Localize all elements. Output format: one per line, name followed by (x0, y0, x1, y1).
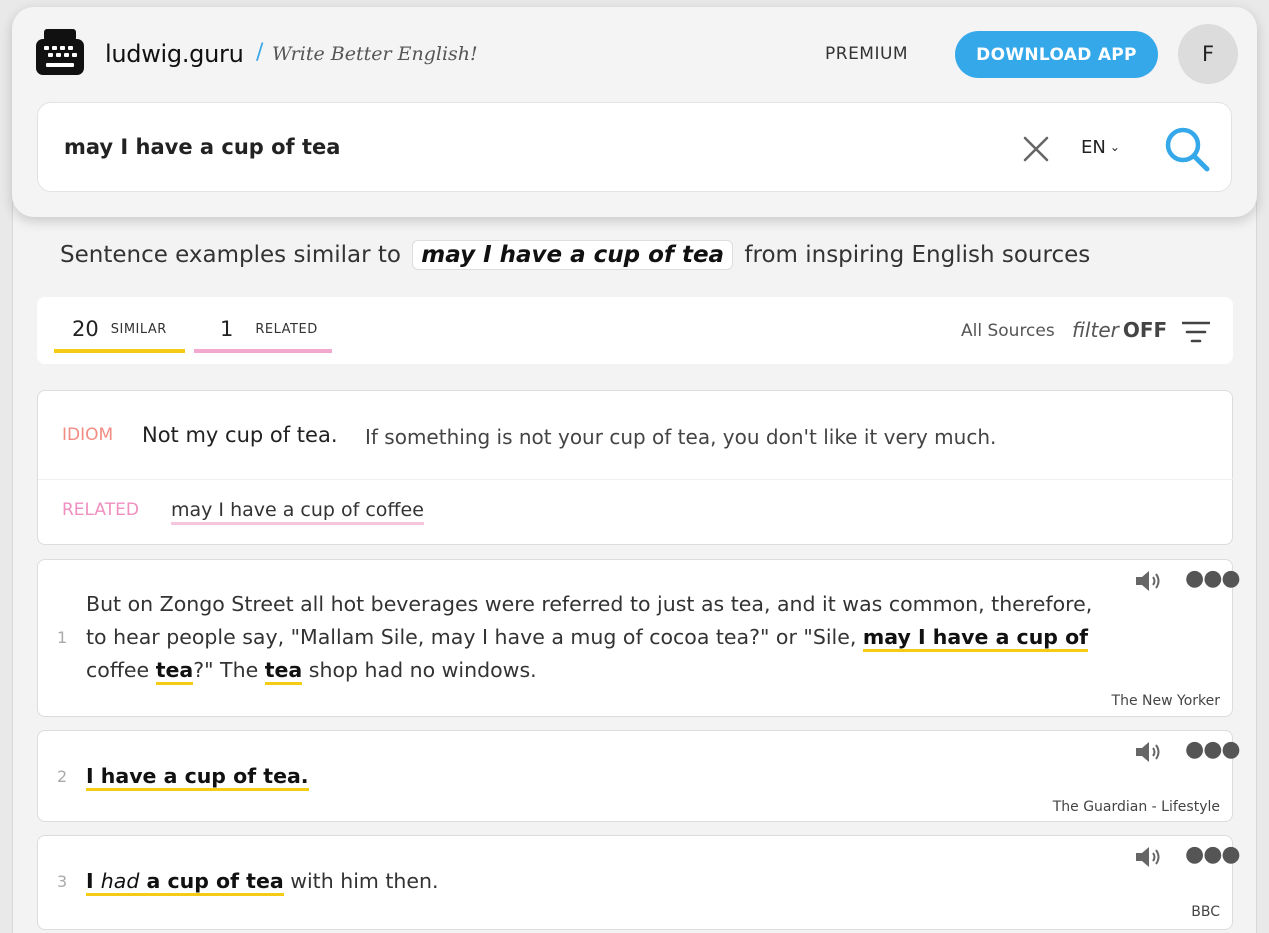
results-tabs: 20 SIMILAR 1 RELATED All Sources filter OFF (37, 297, 1233, 364)
related-tag: RELATED (62, 500, 139, 520)
highlight: I had a cup of tea (86, 869, 284, 896)
header: ludwig.guru / Write Better English! PREM… (12, 7, 1257, 217)
close-icon[interactable] (1023, 136, 1049, 162)
divider (38, 479, 1234, 480)
tab-related[interactable]: 1 RELATED (194, 317, 332, 353)
search-icon[interactable] (1163, 125, 1211, 173)
subtitle-term: may I have a cup of tea (412, 240, 734, 270)
sentence-line: coffee tea?" The tea shop had no windows… (86, 654, 1126, 687)
idiom-phrase: Not my cup of tea. (142, 423, 338, 447)
sentence-text: ?" The (193, 658, 265, 682)
highlight-part: a cup of tea (139, 869, 284, 893)
example-source[interactable]: BBC (1191, 904, 1220, 920)
related-label: RELATED (255, 322, 318, 337)
example-card[interactable]: 3 ●●● I had a cup of tea with him then. … (37, 835, 1241, 930)
search-bar: EN⌄ (37, 102, 1232, 192)
sentence-text: shop had no windows. (302, 658, 537, 682)
brand-separator: / (256, 40, 264, 65)
premium-link[interactable]: PREMIUM (825, 44, 908, 64)
tab-similar[interactable]: 20 SIMILAR (54, 317, 185, 353)
example-sentence: I have a cup of tea. (86, 760, 1126, 793)
idiom-tag: IDIOM (62, 425, 114, 445)
sources-dropdown[interactable]: All Sources (961, 321, 1055, 341)
similar-label: SIMILAR (110, 322, 167, 337)
filter-word: filter (1072, 318, 1119, 342)
highlight: tea (155, 658, 194, 685)
more-options-icon[interactable]: ●●● (1185, 737, 1241, 762)
language-value: EN (1081, 137, 1106, 158)
highlight: may I have a cup of (862, 625, 1089, 652)
example-number: 3 (57, 872, 68, 891)
example-number: 2 (57, 767, 68, 786)
user-avatar[interactable]: F (1178, 24, 1238, 84)
subtitle-prefix: Sentence examples similar to (60, 242, 401, 268)
example-source[interactable]: The Guardian - Lifestyle (1053, 799, 1220, 815)
search-input[interactable] (64, 135, 964, 159)
more-options-icon[interactable]: ●●● (1185, 842, 1241, 867)
example-card[interactable]: 1 ●●● But on Zongo Street all hot bevera… (37, 559, 1241, 717)
typewriter-logo-icon[interactable] (36, 27, 84, 77)
idiom-definition: If something is not your cup of tea, you… (365, 425, 997, 449)
speaker-icon[interactable] (1134, 844, 1164, 870)
page: ludwig.guru / Write Better English! PREM… (0, 0, 1269, 933)
subtitle-suffix: from inspiring English sources (744, 242, 1091, 268)
example-sentence: I had a cup of tea with him then. (86, 865, 1126, 898)
related-phrase-link[interactable]: may I have a cup of coffee (171, 499, 424, 525)
filter-toggle[interactable]: filter OFF (1072, 318, 1167, 342)
language-select[interactable]: EN ⌄ (1081, 137, 1120, 158)
filter-state: OFF (1122, 318, 1168, 342)
sentence-text: to hear people say, "Mallam Sile, may I … (86, 625, 863, 649)
example-card[interactable]: 2 ●●● I have a cup of tea. The Guardian … (37, 730, 1241, 822)
example-source[interactable]: The New Yorker (1112, 693, 1220, 709)
sentence-line: to hear people say, "Mallam Sile, may I … (86, 621, 1126, 654)
results-subtitle: Sentence examples similar to may I have … (60, 240, 1090, 270)
example-number: 1 (57, 628, 68, 647)
sentence-text: with him then. (283, 869, 439, 893)
more-options-icon[interactable]: ●●● (1185, 566, 1241, 591)
speaker-icon[interactable] (1134, 568, 1164, 594)
tagline: Write Better English! (272, 43, 478, 65)
filter-icon[interactable] (1182, 321, 1210, 343)
example-sentence: But on Zongo Street all hot beverages we… (86, 588, 1126, 687)
idiom-card: IDIOM Not my cup of tea. If something is… (37, 390, 1234, 545)
similar-count: 20 (72, 317, 99, 341)
chevron-down-icon: ⌄ (1109, 140, 1120, 154)
brand-name[interactable]: ludwig.guru (105, 40, 244, 68)
speaker-icon[interactable] (1134, 739, 1164, 765)
sentence-text: coffee (86, 658, 156, 682)
highlight-part: I (86, 869, 101, 893)
highlight: tea (264, 658, 303, 685)
highlight: I have a cup of tea. (86, 764, 309, 791)
highlight-part: had (100, 869, 140, 893)
sentence-line: But on Zongo Street all hot beverages we… (86, 592, 1093, 616)
related-count: 1 (220, 317, 234, 341)
download-app-button[interactable]: DOWNLOAD APP (955, 31, 1158, 78)
